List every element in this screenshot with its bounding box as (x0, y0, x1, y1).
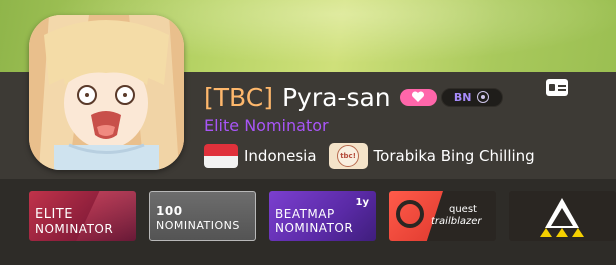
badge-line1: 100 (156, 204, 183, 218)
osu-mode-icon (477, 91, 490, 103)
badge-elite-nominator[interactable]: ELITE NOMINATOR (29, 191, 136, 241)
badge-line2: NOMINATIONS (156, 219, 240, 232)
info-row: Indonesia tbc! Torabika Bing Chilling (204, 143, 535, 169)
country-name[interactable]: Indonesia (244, 147, 317, 165)
badge-triangle[interactable] (509, 191, 616, 241)
badge-line1: quest (449, 204, 477, 215)
badge-quest-trailblazer[interactable]: quest trailblazer (389, 191, 496, 241)
indonesia-flag-icon[interactable] (204, 144, 238, 168)
badge-100-nominations[interactable]: 100 NOMINATIONS (149, 191, 256, 241)
badge-line2: trailblazer (431, 216, 482, 227)
team-flag-text: tbc! (337, 145, 360, 167)
group-badge[interactable]: BN (440, 87, 503, 107)
badge-line2: NOMINATOR (35, 222, 114, 236)
badge-line2: NOMINATOR (275, 221, 354, 235)
badge-corner: 1y (355, 197, 369, 208)
badge-beatmap-nominator[interactable]: 1y BEATMAP NOMINATOR (269, 191, 376, 241)
supporter-badge[interactable] (399, 88, 437, 106)
user-avatar[interactable] (29, 15, 184, 170)
profile-card-icon[interactable] (546, 79, 568, 96)
username: Pyra-san (281, 82, 391, 112)
badge-line1: ELITE (35, 207, 73, 222)
heart-icon (412, 91, 425, 102)
team-name[interactable]: Torabika Bing Chilling (374, 147, 535, 165)
team-flag-icon[interactable]: tbc! (328, 143, 368, 169)
group-badge-label: BN (453, 90, 472, 104)
badge-line1: BEATMAP (275, 207, 335, 221)
avatar-illustration (29, 15, 184, 170)
clan-tag[interactable]: [TBC] (204, 83, 273, 112)
username-row: [TBC] Pyra-san BN (204, 80, 503, 114)
user-title: Elite Nominator (204, 116, 329, 135)
